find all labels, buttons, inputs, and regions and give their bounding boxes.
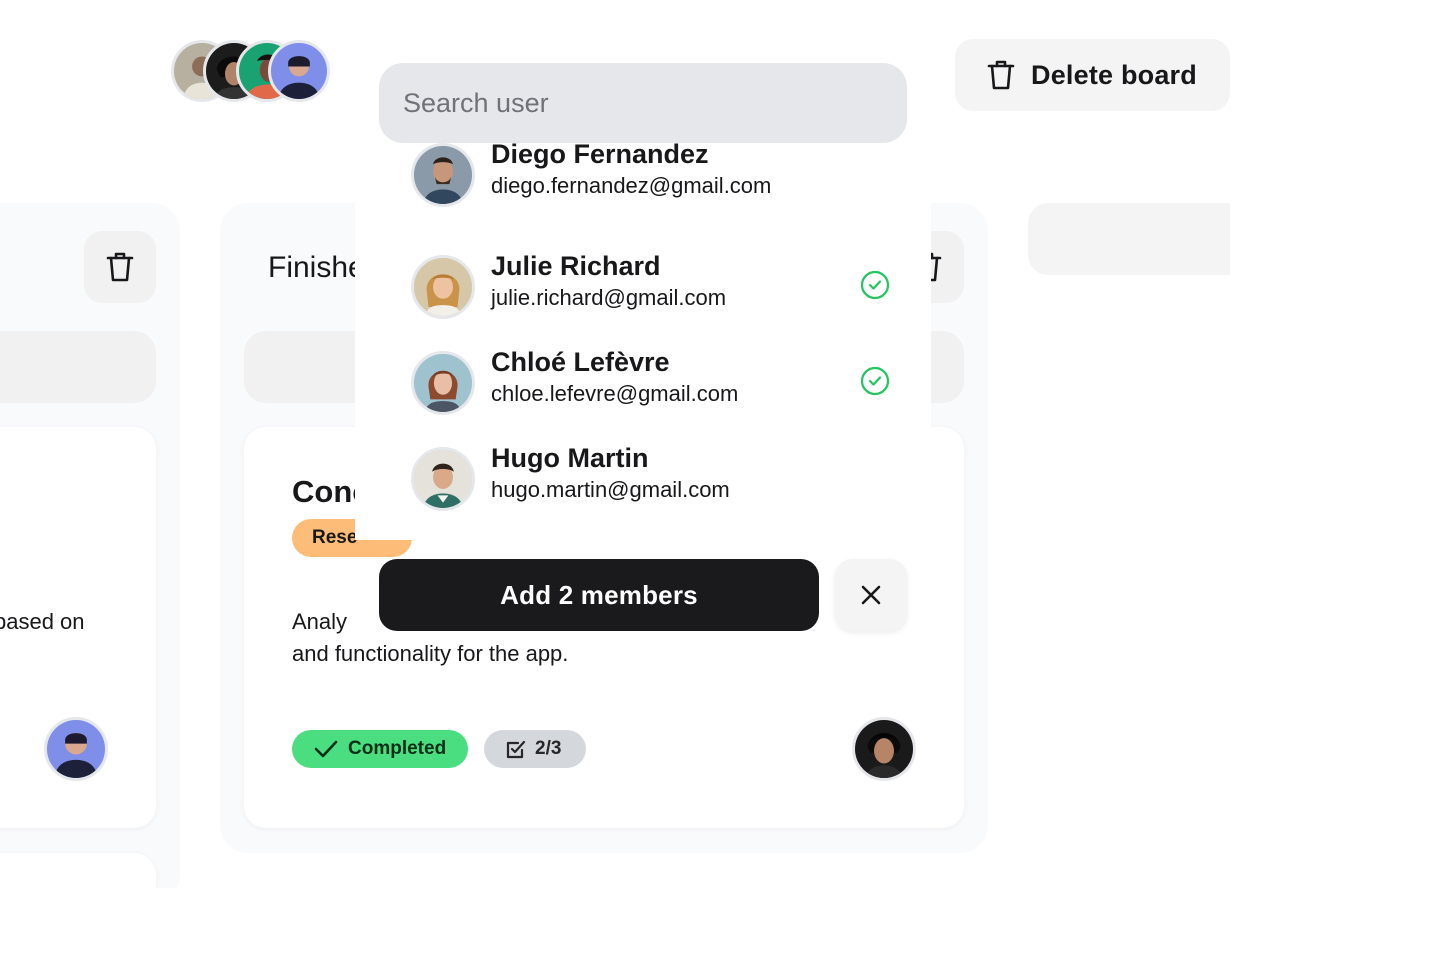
user-list-item[interactable]: Diego Fernandez diego.fernandez@gmail.co…: [355, 143, 931, 223]
column-title: Finishe: [268, 251, 365, 284]
status-label: Completed: [348, 738, 447, 759]
user-avatar: [411, 447, 475, 511]
status-badge[interactable]: Completed: [292, 730, 468, 768]
user-list-item[interactable]: Chloé Lefèvre chloe.lefevre@gmail.com: [355, 335, 931, 431]
assignee-avatar[interactable]: [852, 717, 916, 781]
selected-check-icon: [860, 366, 890, 396]
check-icon: [314, 740, 338, 758]
user-email: julie.richard@gmail.com: [491, 285, 727, 310]
tag-label: Rese: [312, 527, 358, 548]
user-list[interactable]: Diego Fernandez diego.fernandez@gmail.co…: [355, 143, 931, 540]
subtasks-badge[interactable]: 2/3: [484, 730, 586, 768]
board-column-placeholder[interactable]: [1028, 203, 1230, 275]
selected-check-icon: [860, 270, 890, 300]
user-name: Chloé Lefèvre: [491, 347, 670, 377]
add-card-placeholder[interactable]: [0, 331, 156, 403]
trash-icon: [106, 252, 134, 282]
user-name: Julie Richard: [491, 251, 661, 281]
card-description: based on: [0, 609, 85, 634]
user-list-item[interactable]: Hugo Martin hugo.martin@gmail.com: [355, 431, 931, 527]
page-fold: [0, 888, 1433, 975]
checkbox-icon: [506, 740, 526, 759]
assignee-avatar[interactable]: [44, 717, 108, 781]
user-avatar: [411, 351, 475, 415]
user-name: Hugo Martin: [491, 443, 649, 473]
user-email: diego.fernandez@gmail.com: [491, 173, 772, 198]
close-icon: [861, 585, 881, 605]
delete-board-button[interactable]: Delete board: [955, 39, 1230, 111]
delete-column-button[interactable]: [84, 231, 156, 303]
delete-board-label: Delete board: [1031, 59, 1197, 90]
member-avatar[interactable]: [268, 40, 330, 102]
trash-icon: [987, 60, 1015, 90]
card-description-line-2: and functionality for the app.: [292, 641, 569, 666]
user-avatar: [411, 255, 475, 319]
user-name: Diego Fernandez: [491, 143, 709, 169]
add-members-button[interactable]: Add 2 members: [379, 559, 819, 631]
user-email: chloe.lefevre@gmail.com: [491, 381, 739, 406]
close-dropdown-button[interactable]: [835, 559, 907, 631]
search-user-input[interactable]: [379, 63, 907, 143]
card-description-line-1: Analy: [292, 609, 348, 634]
user-email: hugo.martin@gmail.com: [491, 477, 730, 502]
user-list-item[interactable]: Julie Richard julie.richard@gmail.com: [355, 239, 931, 335]
user-avatar: [411, 143, 475, 207]
subtasks-count: 2/3: [535, 738, 562, 759]
